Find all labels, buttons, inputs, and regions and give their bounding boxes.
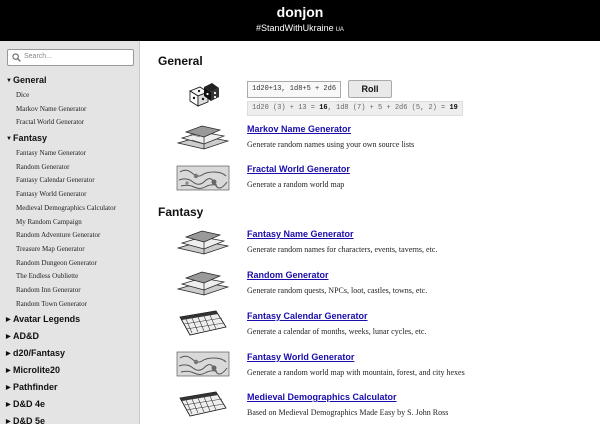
sidebar-item-fantasy-world-generator[interactable]: Fantasy World Generator bbox=[0, 188, 139, 202]
triangle-right-icon: ▶ bbox=[6, 334, 11, 341]
tool-link-medieval-demographics-calculator[interactable]: Medieval Demographics Calculator bbox=[247, 392, 397, 402]
dice-result-expr-1: 1d20 (3) + 13 = bbox=[252, 104, 320, 112]
dice-result-expr-2: 1d8 (7) + 5 + 2d6 (5, 2) = bbox=[336, 104, 450, 112]
section-heading-general: General bbox=[158, 54, 203, 68]
sidebar-item-random-town-generator[interactable]: Random Town Generator bbox=[0, 298, 139, 312]
books-icon bbox=[176, 230, 230, 255]
tool-link-markov-name-generator[interactable]: Markov Name Generator bbox=[247, 124, 351, 134]
triangle-right-icon: ▶ bbox=[6, 351, 11, 358]
sidebar-item-medieval-demographics-calculator[interactable]: Medieval Demographics Calculator bbox=[0, 202, 139, 216]
books-icon bbox=[176, 125, 230, 150]
tool-link-fractal-world-generator[interactable]: Fractal World Generator bbox=[247, 164, 350, 174]
sidebar-item-random-dungeon-generator[interactable]: Random Dungeon Generator bbox=[0, 257, 139, 271]
triangle-right-icon: ▶ bbox=[6, 402, 11, 409]
sidebar-section-fantasy[interactable]: ▼Fantasy bbox=[0, 130, 139, 147]
search-placeholder: Search... bbox=[24, 53, 53, 60]
section-heading-fantasy: Fantasy bbox=[158, 205, 204, 219]
sidebar-section-microlite20[interactable]: ▶ Microlite20 bbox=[0, 362, 139, 379]
sidebar-item-treasure-map-generator[interactable]: Treasure Map Generator bbox=[0, 243, 139, 257]
sidebar-item-fantasy-calendar-generator[interactable]: Fantasy Calendar Generator bbox=[0, 174, 139, 188]
site-title[interactable]: donjon bbox=[0, 4, 600, 20]
sidebar-item-the-endless-oubliette[interactable]: The Endless Oubliette bbox=[0, 270, 139, 284]
tool-link-fantasy-world-generator[interactable]: Fantasy World Generator bbox=[247, 352, 354, 362]
sidebar-section-d20-fantasy[interactable]: ▶ d20/Fantasy bbox=[0, 345, 139, 362]
tool-desc-medieval-demographics-calculator: Based on Medieval Demographics Made Easy… bbox=[247, 408, 449, 417]
tool-desc-fantasy-world-generator: Generate a random world map with mountai… bbox=[247, 368, 465, 377]
sidebar-item-my-random-campaign[interactable]: My Random Campaign bbox=[0, 216, 139, 230]
tool-link-fantasy-calendar-generator[interactable]: Fantasy Calendar Generator bbox=[247, 311, 368, 321]
sidebar-section-general[interactable]: ▼General bbox=[0, 72, 139, 89]
sidebar-section-pathfinder[interactable]: ▶ Pathfinder bbox=[0, 379, 139, 396]
sidebar-item-fantasy-name-generator[interactable]: Fantasy Name Generator bbox=[0, 147, 139, 161]
sidebar-item-random-generator[interactable]: Random Generator bbox=[0, 161, 139, 175]
sidebar-section-label: D&D 5e bbox=[13, 416, 46, 424]
dice-icon bbox=[189, 83, 219, 107]
books-icon bbox=[176, 271, 230, 296]
sidebar-section-d-d-5e[interactable]: ▶ D&D 5e bbox=[0, 413, 139, 424]
world-map-icon bbox=[176, 351, 230, 377]
tool-link-random-generator[interactable]: Random Generator bbox=[247, 270, 329, 280]
tool-desc-fantasy-name-generator: Generate random names for characters, ev… bbox=[247, 245, 438, 254]
sidebar: Search... ▼General Dice Markov Name Genera… bbox=[0, 41, 140, 424]
sidebar-section-label: Avatar Legends bbox=[13, 314, 81, 325]
roll-button[interactable]: Roll bbox=[348, 80, 392, 98]
sidebar-section-label: Microlite20 bbox=[13, 365, 61, 376]
sidebar-section-d-d-4e[interactable]: ▶ D&D 4e bbox=[0, 396, 139, 413]
sidebar-section-label: AD&D bbox=[13, 331, 39, 342]
sidebar-item-markov-name-generator[interactable]: Markov Name Generator bbox=[0, 103, 139, 117]
dice-result-total-2: 19 bbox=[449, 104, 458, 112]
tool-desc-fractal-world-generator: Generate a random world map bbox=[247, 180, 345, 189]
sidebar-item-dice[interactable]: Dice bbox=[0, 89, 139, 103]
search-input[interactable]: Search... bbox=[7, 49, 134, 66]
sidebar-section-label: Pathfinder bbox=[13, 382, 58, 393]
triangle-right-icon: ▶ bbox=[6, 317, 11, 324]
main-content: General 1d20+13, 1d8+5 + 2d6 Roll 1d20 (… bbox=[141, 41, 600, 424]
sidebar-section-avatar-legends[interactable]: ▶ Avatar Legends bbox=[0, 311, 139, 328]
sidebar-nav: ▼General Dice Markov Name Generator Fractal… bbox=[0, 72, 139, 424]
triangle-down-icon: ▼ bbox=[6, 78, 12, 84]
site-subtitle: #StandWithUkraine UA bbox=[0, 23, 600, 33]
tool-desc-random-generator: Generate random quests, NPCs, loot, cast… bbox=[247, 286, 428, 295]
subtitle-tag: UA bbox=[335, 27, 344, 33]
sidebar-item-random-adventure-generator[interactable]: Random Adventure Generator bbox=[0, 229, 139, 243]
sidebar-section-label: Fantasy bbox=[13, 133, 48, 144]
sidebar-item-fractal-world-generator[interactable]: Fractal World Generator bbox=[0, 116, 139, 130]
sidebar-section-label: General bbox=[13, 75, 47, 85]
subtitle-text[interactable]: #StandWithUkraine bbox=[256, 23, 334, 33]
sidebar-section-label: D&D 4e bbox=[13, 399, 46, 410]
dice-result-total-1: 16 bbox=[319, 104, 328, 112]
sidebar-item-random-inn-generator[interactable]: Random Inn Generator bbox=[0, 284, 139, 298]
dice-result: 1d20 (3) + 13 = 16, 1d8 (7) + 5 + 2d6 (5… bbox=[247, 101, 463, 116]
world-map-icon bbox=[176, 165, 230, 191]
tool-link-fantasy-name-generator[interactable]: Fantasy Name Generator bbox=[247, 229, 354, 239]
sidebar-section-label: d20/Fantasy bbox=[13, 348, 66, 359]
dice-expression-input[interactable]: 1d20+13, 1d8+5 + 2d6 bbox=[247, 81, 341, 98]
triangle-right-icon: ▶ bbox=[6, 368, 11, 375]
calendar-icon bbox=[179, 310, 227, 336]
search-icon bbox=[12, 53, 21, 62]
triangle-right-icon: ▶ bbox=[6, 419, 11, 424]
calendar-icon bbox=[179, 391, 227, 417]
triangle-down-icon: ▼ bbox=[6, 136, 12, 143]
triangle-right-icon: ▶ bbox=[6, 385, 11, 392]
tool-desc-markov-name-generator: Generate random names using your own sou… bbox=[247, 140, 415, 149]
sidebar-section-ad-d[interactable]: ▶ AD&D bbox=[0, 328, 139, 345]
site-header: donjon #StandWithUkraine UA bbox=[0, 0, 600, 41]
tool-desc-fantasy-calendar-generator: Generate a calendar of months, weeks, lu… bbox=[247, 327, 427, 336]
dice-result-separator: , bbox=[327, 104, 337, 112]
